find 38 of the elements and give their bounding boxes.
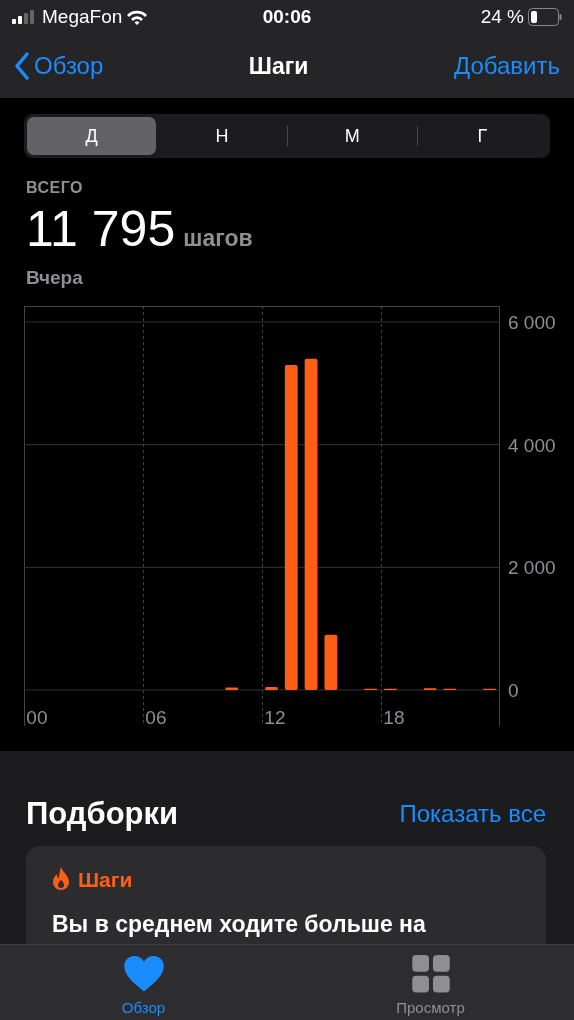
x-axis-label: 12 <box>264 707 286 728</box>
x-axis-label: 00 <box>26 707 48 728</box>
battery-percent: 24 % <box>480 4 524 29</box>
y-axis-label: 0 <box>508 680 519 701</box>
period-tab[interactable]: Д <box>27 117 157 155</box>
carrier-name: MegaFon <box>42 4 123 29</box>
chevron-left-icon <box>14 52 30 80</box>
highlight-card[interactable]: Шаги Вы в среднем ходите больше на <box>26 845 546 944</box>
step-total: 11 795 <box>26 204 176 254</box>
period-tab[interactable]: М <box>287 117 417 155</box>
y-axis-label: 4 000 <box>508 434 556 456</box>
x-axis-label: 18 <box>383 707 405 728</box>
grid-icon <box>411 955 450 993</box>
section-title: Подборки <box>26 795 179 833</box>
tab-bar-item[interactable]: Просмотр <box>287 945 574 1020</box>
total-caption: ВСЕГО <box>26 178 84 198</box>
unit-label: шагов <box>183 224 253 253</box>
chart-bar <box>225 687 239 690</box>
heart-icon <box>122 955 165 993</box>
chart-bar <box>324 634 338 690</box>
x-axis-label: 06 <box>145 707 167 728</box>
screen-title: Шаги <box>248 51 309 81</box>
battery-icon <box>528 8 562 26</box>
card-category: Шаги <box>78 866 133 893</box>
clock-time: 00:06 <box>262 4 312 29</box>
y-axis-label: 6 000 <box>508 312 556 333</box>
y-axis-label: 2 000 <box>508 557 556 579</box>
period-tab[interactable]: Г <box>417 117 547 155</box>
show-all-link[interactable]: Показать все <box>399 796 546 833</box>
date-label: Вчера <box>26 265 84 290</box>
flame-icon <box>52 867 70 892</box>
chart-bar <box>265 686 278 690</box>
tab-bar-item[interactable]: Обзор <box>0 945 287 1020</box>
wifi-icon <box>126 9 149 25</box>
back-button[interactable]: Обзор <box>14 48 104 84</box>
period-tab[interactable]: Н <box>157 117 287 155</box>
add-button[interactable]: Добавить <box>453 48 560 84</box>
highlight-text: Вы в среднем ходите больше на <box>52 910 427 939</box>
